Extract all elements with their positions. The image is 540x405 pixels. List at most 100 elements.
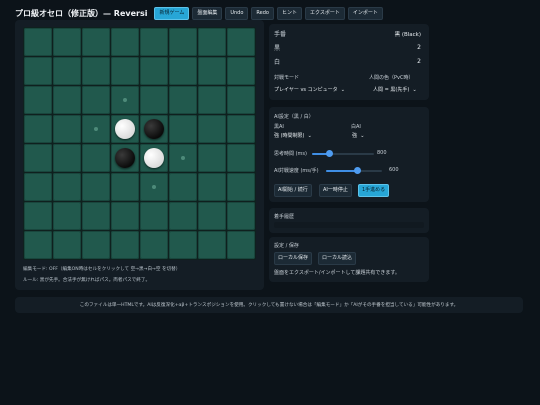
import-button[interactable]: インポート	[347, 6, 383, 20]
board-cell[interactable]	[227, 202, 255, 230]
undo-button[interactable]: Undo	[225, 6, 249, 20]
board-cell[interactable]	[53, 86, 81, 114]
board-cell[interactable]	[140, 115, 168, 143]
hint-button[interactable]: ヒント	[276, 6, 302, 20]
board-cell[interactable]	[169, 173, 197, 201]
board-cell[interactable]	[24, 231, 52, 259]
board-cell[interactable]	[111, 57, 139, 85]
think-time-label: 思考時間 (ms)	[274, 151, 307, 157]
page-title: プロ級オセロ（修正版）— Reversi	[15, 8, 148, 18]
board-cell[interactable]	[227, 115, 255, 143]
board-cell[interactable]	[53, 231, 81, 259]
board-cell[interactable]	[140, 173, 168, 201]
board-cell[interactable]	[227, 231, 255, 259]
edit-mode-note: 編集モード: OFF（編集ON時はセルをクリックして 空→黒→白→空 を切替）	[23, 267, 181, 272]
board-cell[interactable]	[169, 115, 197, 143]
board-cell[interactable]	[111, 115, 139, 143]
board-cell[interactable]	[53, 115, 81, 143]
board-cell[interactable]	[82, 231, 110, 259]
board-cell[interactable]	[140, 202, 168, 230]
board-cell[interactable]	[198, 115, 226, 143]
legal-move-marker	[181, 156, 185, 160]
edit-board-button[interactable]: 盤面編集	[192, 6, 223, 20]
board-cell[interactable]	[82, 173, 110, 201]
board-cell[interactable]	[169, 144, 197, 172]
board-cell[interactable]	[24, 144, 52, 172]
export-button[interactable]: エクスポート	[304, 6, 345, 20]
board-cell[interactable]	[82, 28, 110, 56]
black-ai-select[interactable]: 強 (時間制限) ⌄	[274, 131, 312, 141]
title-bar: プロ級オセロ（修正版）— Reversi 新規ゲーム 盤面編集 Undo Red…	[15, 6, 530, 20]
chevron-down-icon: ⌄	[306, 133, 312, 139]
redo-button[interactable]: Redo	[251, 6, 274, 20]
board-cell[interactable]	[82, 57, 110, 85]
board-cell[interactable]	[140, 144, 168, 172]
board-cell[interactable]	[82, 202, 110, 230]
board-cell[interactable]	[82, 115, 110, 143]
local-load-button[interactable]: ローカル読込	[318, 252, 357, 265]
board-cell[interactable]	[111, 86, 139, 114]
white-ai-label: 白AI	[351, 124, 361, 130]
board-cell[interactable]	[140, 57, 168, 85]
board-cell[interactable]	[111, 173, 139, 201]
think-time-slider-knob[interactable]	[326, 150, 334, 157]
board-cell[interactable]	[140, 231, 168, 259]
board-cell[interactable]	[24, 173, 52, 201]
board-cell[interactable]	[227, 86, 255, 114]
board-cell[interactable]	[198, 231, 226, 259]
ai-speed-slider[interactable]	[326, 167, 382, 174]
mode-select[interactable]: プレイヤー vs コンピュータ ⌄	[274, 85, 345, 95]
white-ai-select-value: 強	[352, 133, 358, 139]
board-cell[interactable]	[53, 173, 81, 201]
local-save-button[interactable]: ローカル保存	[274, 252, 313, 265]
board-cell[interactable]	[111, 202, 139, 230]
board-cell[interactable]	[24, 57, 52, 85]
board-cell[interactable]	[82, 144, 110, 172]
board-cell[interactable]	[198, 144, 226, 172]
board-cell[interactable]	[82, 86, 110, 114]
new-game-button[interactable]: 新規ゲーム	[154, 6, 190, 20]
black-ai-select-value: 強 (時間制限)	[274, 133, 305, 139]
board-cell[interactable]	[227, 173, 255, 201]
board-panel: 編集モード: OFF（編集ON時はセルをクリックして 空→黒→白→空 を切替） …	[15, 20, 264, 290]
board-cell[interactable]	[53, 144, 81, 172]
human-color-select-value: 人間 = 黒(先手)	[373, 87, 410, 93]
board-cell[interactable]	[24, 86, 52, 114]
human-color-select[interactable]: 人間 = 黒(先手) ⌄	[373, 85, 417, 95]
board-cell[interactable]	[24, 115, 52, 143]
board-cell[interactable]	[169, 28, 197, 56]
board-cell[interactable]	[53, 202, 81, 230]
board-cell[interactable]	[227, 57, 255, 85]
board-cell[interactable]	[198, 28, 226, 56]
white-disc	[115, 119, 135, 139]
ai-start-button[interactable]: AI開始 / 続行	[274, 184, 312, 197]
board-cell[interactable]	[169, 86, 197, 114]
board-cell[interactable]	[53, 57, 81, 85]
board-cell[interactable]	[227, 28, 255, 56]
board-cell[interactable]	[198, 202, 226, 230]
board-cell[interactable]	[169, 202, 197, 230]
board-cell[interactable]	[169, 231, 197, 259]
white-count: 2	[417, 58, 421, 65]
history-list[interactable]	[274, 222, 424, 228]
ai-pause-button[interactable]: AI一時停止	[319, 184, 352, 197]
ai-speed-slider-knob[interactable]	[353, 167, 361, 174]
board-cell[interactable]	[24, 28, 52, 56]
board-cell[interactable]	[140, 86, 168, 114]
white-ai-select[interactable]: 強 ⌄	[352, 131, 364, 141]
board-cell[interactable]	[53, 28, 81, 56]
think-time-slider[interactable]	[312, 150, 374, 157]
board-cell[interactable]	[198, 173, 226, 201]
board-cell[interactable]	[198, 86, 226, 114]
board-cell[interactable]	[111, 144, 139, 172]
board-cell[interactable]	[198, 57, 226, 85]
ai-speed-slider-fill	[326, 170, 357, 172]
step-button[interactable]: 1手進める	[358, 184, 390, 197]
board-cell[interactable]	[140, 28, 168, 56]
board-cell[interactable]	[111, 231, 139, 259]
board-cell[interactable]	[24, 202, 52, 230]
footer-note: このファイルは単一HTMLです。AIは反復深化+αβ+トランスポジションを使用。…	[79, 303, 459, 308]
board-cell[interactable]	[169, 57, 197, 85]
board-cell[interactable]	[227, 144, 255, 172]
board-cell[interactable]	[111, 28, 139, 56]
